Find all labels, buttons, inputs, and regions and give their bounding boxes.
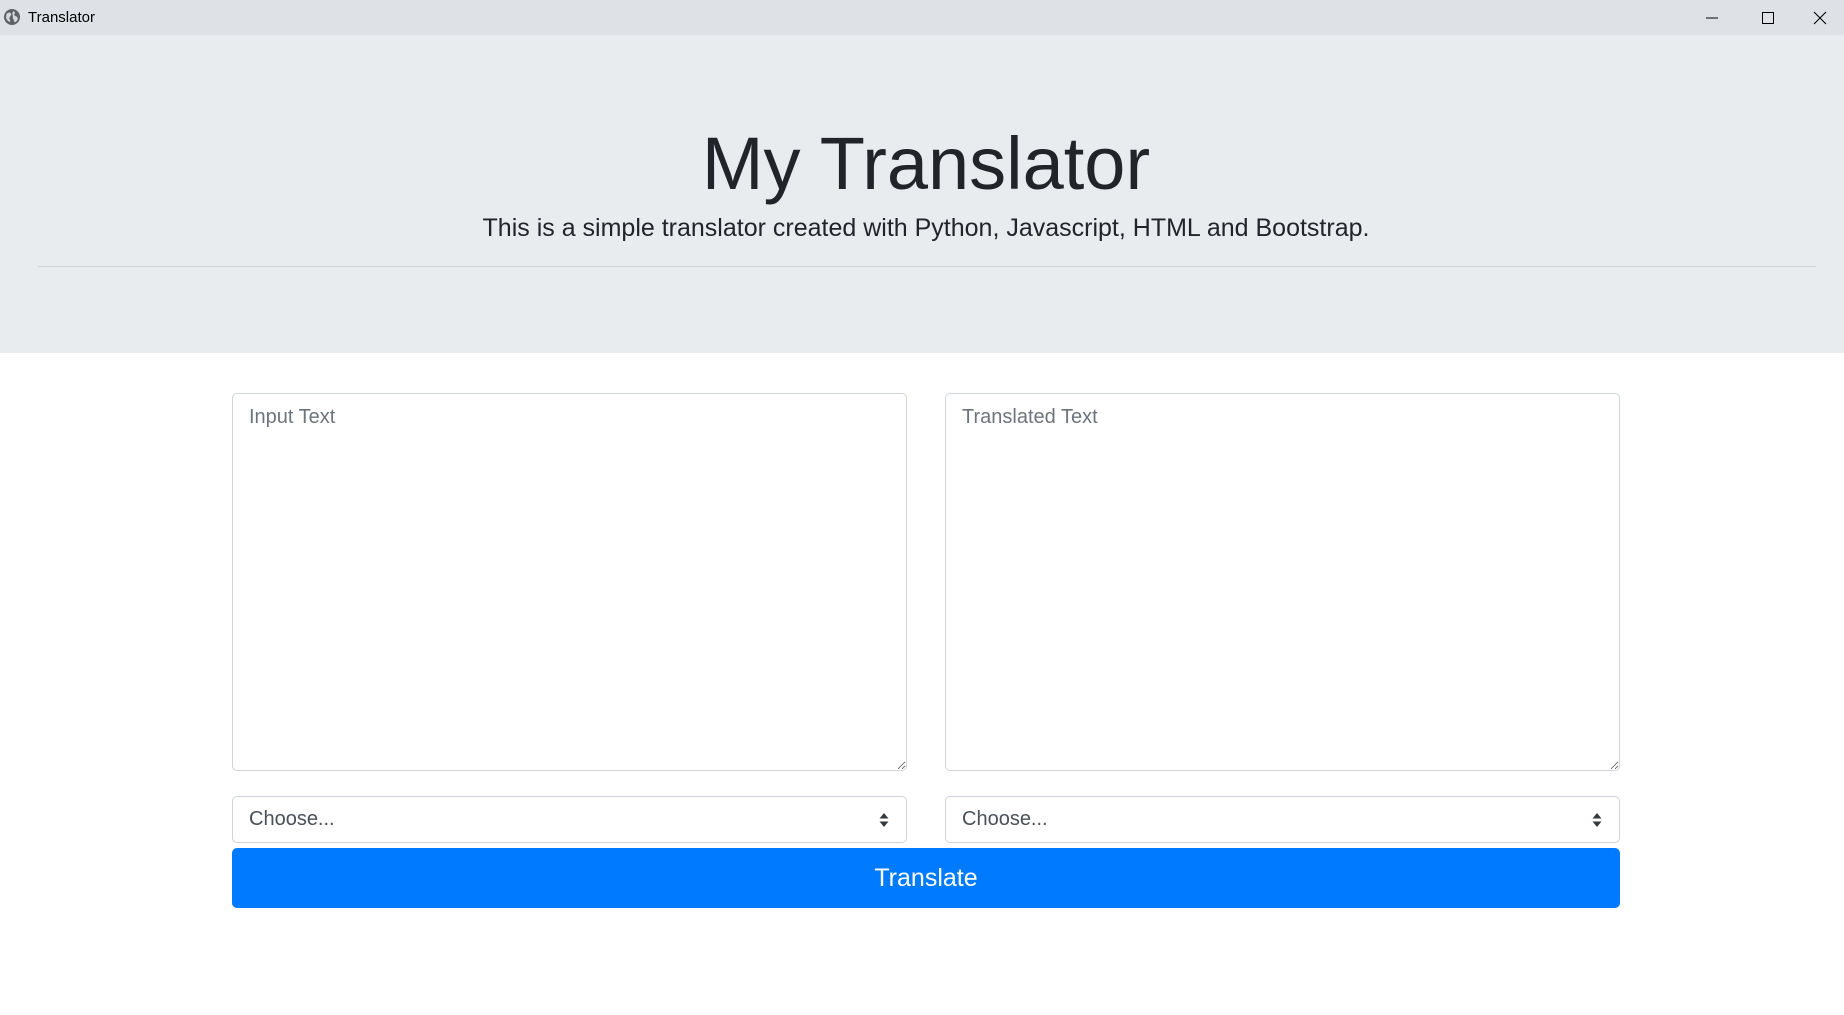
maximize-icon — [1761, 11, 1775, 25]
minimize-icon — [1705, 11, 1719, 25]
select-arrows-icon — [878, 811, 890, 829]
source-language-value: Choose... — [249, 808, 335, 830]
header-jumbotron: My Translator This is a simple translato… — [0, 35, 1844, 353]
target-language-value: Choose... — [962, 808, 1048, 830]
maximize-button[interactable] — [1740, 0, 1796, 35]
translated-text-area[interactable] — [945, 393, 1620, 771]
translate-button[interactable]: Translate — [232, 848, 1620, 908]
close-icon — [1813, 11, 1827, 25]
page-title: My Translator — [701, 122, 1151, 205]
window-title: Translator — [28, 9, 95, 26]
select-arrows-icon — [1591, 811, 1603, 829]
input-text-area[interactable] — [232, 393, 907, 771]
globe-icon — [3, 8, 21, 26]
minimize-button[interactable] — [1684, 0, 1740, 35]
source-language-select[interactable]: Choose... — [232, 796, 907, 843]
target-language-select[interactable]: Choose... — [945, 796, 1620, 843]
page-lead: This is a simple translator created with… — [482, 214, 1370, 242]
window-titlebar[interactable]: Translator — [0, 0, 1844, 35]
header-divider — [38, 266, 1816, 267]
close-button[interactable] — [1796, 0, 1844, 35]
